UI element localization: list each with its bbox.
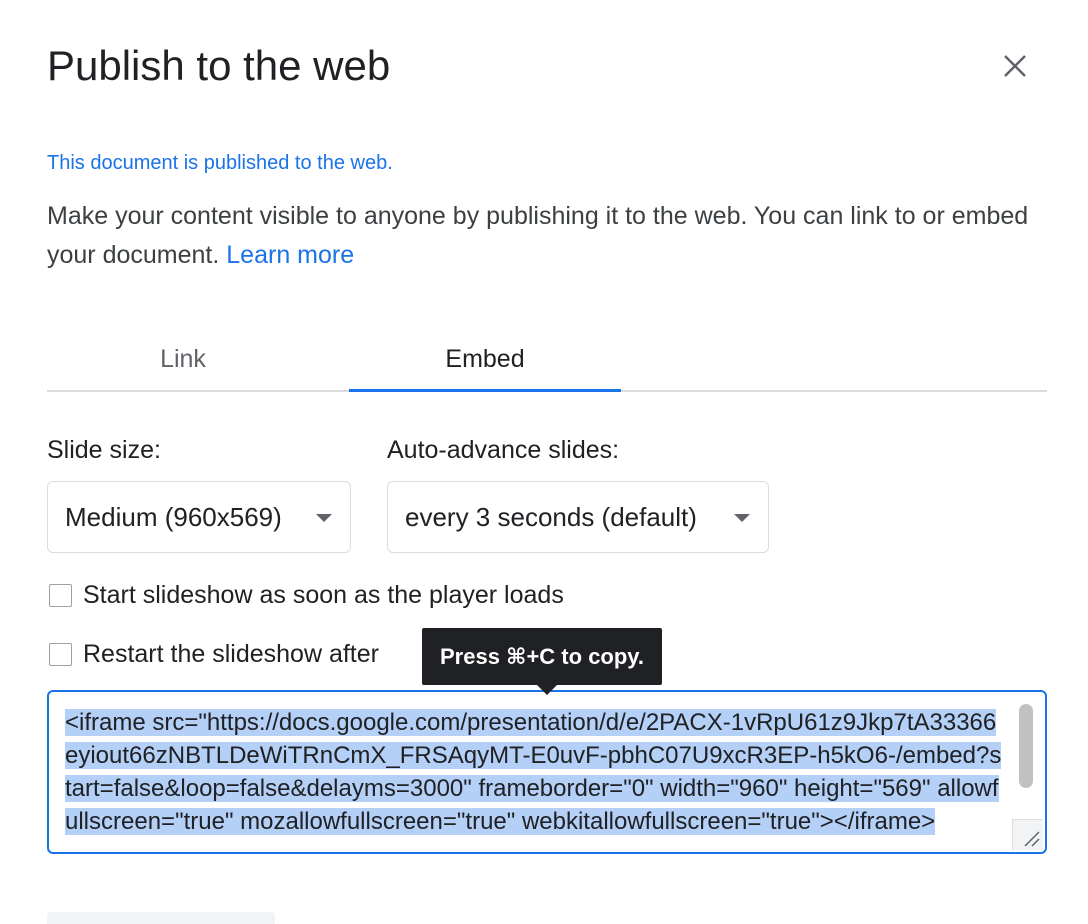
restart-slideshow-checkbox[interactable]	[49, 643, 72, 666]
tab-bar: Link Embed	[47, 330, 1047, 392]
dropdown-arrow-icon	[316, 514, 332, 522]
resize-handle[interactable]	[1012, 819, 1043, 850]
embed-code-selection: <iframe src="https://docs.google.com/pre…	[65, 709, 1002, 835]
embed-code-textarea[interactable]: <iframe src="https://docs.google.com/pre…	[47, 690, 1047, 854]
publish-dialog: Publish to the web This document is publ…	[0, 0, 1088, 924]
restart-slideshow-label: Restart the slideshow after	[83, 640, 379, 668]
start-slideshow-label: Start slideshow as soon as the player lo…	[83, 581, 564, 609]
description-text: Make your content visible to anyone by p…	[47, 202, 1029, 269]
dialog-title: Publish to the web	[47, 42, 391, 89]
tooltip-arrow	[537, 685, 557, 695]
auto-advance-label: Auto-advance slides:	[387, 436, 620, 464]
copy-tooltip: Press ⌘+C to copy.	[422, 628, 663, 685]
start-slideshow-checkbox[interactable]	[49, 584, 72, 607]
slide-size-label: Slide size:	[47, 436, 161, 464]
dropdown-arrow-icon	[734, 514, 750, 522]
scrollbar-thumb[interactable]	[1019, 704, 1033, 788]
tab-link[interactable]: Link	[47, 330, 319, 388]
close-icon	[1004, 55, 1026, 77]
slide-size-value: Medium (960x569)	[65, 502, 282, 532]
auto-advance-select[interactable]: every 3 seconds (default)	[387, 481, 769, 553]
description: Make your content visible to anyone by p…	[47, 197, 1037, 275]
slide-size-select[interactable]: Medium (960x569)	[47, 481, 351, 553]
tab-embed[interactable]: Embed	[349, 330, 621, 388]
bottom-button-edge[interactable]	[47, 912, 275, 924]
published-status: This document is published to the web.	[47, 152, 393, 174]
embed-code-text: <iframe src="https://docs.google.com/pre…	[65, 706, 1005, 838]
close-button[interactable]	[995, 46, 1035, 86]
resize-grip-icon	[1024, 831, 1040, 847]
active-tab-indicator	[349, 389, 621, 392]
learn-more-link[interactable]: Learn more	[226, 241, 354, 269]
auto-advance-value: every 3 seconds (default)	[405, 502, 697, 532]
